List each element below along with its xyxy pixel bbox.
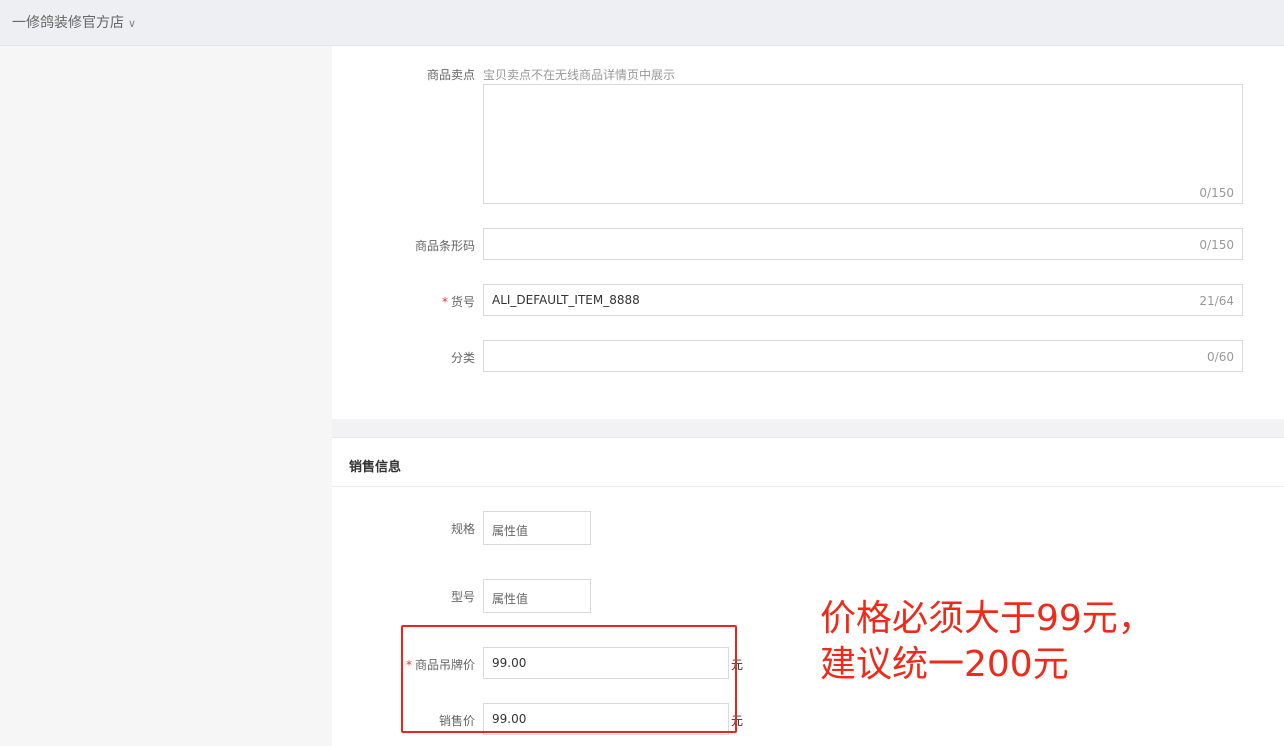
- annotation-line-2: 建议统一200元: [820, 644, 1069, 685]
- top-bar: 一修鸽装修官方店 ∨: [0, 0, 1284, 46]
- spec-input[interactable]: 属性值: [483, 511, 591, 545]
- sidebar: [0, 46, 331, 745]
- chevron-down-icon: ∨: [128, 17, 137, 30]
- model-label: 型号: [450, 590, 475, 604]
- section-title-divider: [332, 486, 1284, 487]
- model-placeholder: 属性值: [492, 592, 529, 606]
- spec-placeholder: 属性值: [492, 524, 529, 538]
- category-input[interactable]: 0/60: [483, 340, 1243, 372]
- barcode-counter: 0/150: [1199, 238, 1234, 252]
- item-no-counter: 21/64: [1199, 294, 1234, 308]
- spec-label: 规格: [450, 522, 475, 536]
- selling-point-counter: 0/150: [1199, 186, 1234, 200]
- model-input[interactable]: 属性值: [483, 579, 591, 613]
- price-highlight-box: [401, 625, 737, 733]
- barcode-label: 商品条形码: [414, 239, 475, 253]
- selling-point-hint: 宝贝卖点不在无线商品详情页中展示: [483, 68, 676, 82]
- category-counter: 0/60: [1207, 350, 1234, 364]
- section-divider: [332, 419, 1284, 437]
- store-name: 一修鸽装修官方店: [12, 15, 124, 31]
- item-no-label: * 货号: [441, 295, 475, 309]
- item-no-value: ALI_DEFAULT_ITEM_8888: [492, 293, 640, 307]
- sales-info-title: 销售信息: [349, 460, 402, 475]
- item-no-input[interactable]: ALI_DEFAULT_ITEM_8888 21/64: [483, 284, 1243, 316]
- category-label: 分类: [450, 351, 475, 365]
- store-switcher[interactable]: 一修鸽装修官方店 ∨: [12, 12, 136, 32]
- price-annotation: 价格必须大于99元， 建议统一200元: [820, 596, 1154, 688]
- selling-point-label: 商品卖点: [426, 68, 475, 82]
- barcode-input[interactable]: 0/150: [483, 228, 1243, 260]
- required-mark: *: [441, 295, 448, 309]
- annotation-line-1: 价格必须大于99元，: [820, 598, 1154, 639]
- basic-info-card: 商品卖点 宝贝卖点不在无线商品详情页中展示 0/150 商品条形码 0/150 …: [332, 46, 1284, 419]
- selling-point-textarea[interactable]: 0/150: [483, 84, 1243, 204]
